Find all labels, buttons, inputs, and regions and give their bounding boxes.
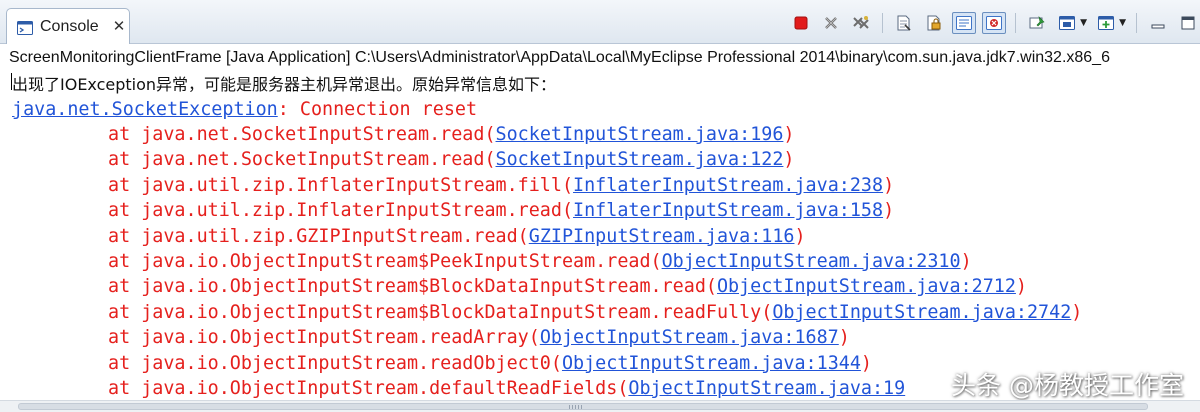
terminate-icon [794,16,808,30]
stack-frame-method: at java.io.ObjectInputStream.readArray( [108,327,540,349]
stack-frame-method: at java.io.ObjectInputStream$BlockDataIn… [108,276,717,298]
tab-console[interactable]: Console ✕ [6,8,130,44]
scrollbar-grip [569,405,583,409]
remove-all-terminated-button[interactable] [849,12,873,34]
scroll-lock-icon [927,15,941,31]
stack-frame-method: at java.util.zip.InflaterInputStream.fil… [108,174,574,196]
exception-class-link[interactable]: java.net.SocketException [12,99,278,120]
source-location-link[interactable]: InflaterInputStream.java:158 [573,200,883,221]
minimize-view-button[interactable] [1146,12,1170,34]
console-view-header: Console ✕ ▼ ▼ [0,0,1200,44]
toolbar-separator [1015,13,1017,33]
exception-line: java.net.SocketException: Connection res… [12,97,477,122]
source-location-link[interactable]: GZIPInputStream.java:116 [529,226,795,247]
stack-frame-method: at java.io.ObjectInputStream.defaultRead… [108,378,629,399]
remove-all-terminated-icon [853,16,869,29]
source-location-link[interactable]: InflaterInputStream.java:238 [573,175,883,196]
show-on-stderr-icon [986,16,1003,30]
stack-frame-line: at java.net.SocketInputStream.read(Socke… [108,122,794,147]
chevron-down-icon[interactable]: ▼ [1119,18,1126,28]
pin-console-icon [1029,16,1045,29]
stack-frame-close: ) [960,251,972,272]
process-description: ScreenMonitoringClientFrame [Java Applic… [9,49,1110,66]
minimize-icon [1151,24,1165,29]
stack-frame-close: ) [794,225,806,247]
toolbar-separator [882,13,884,33]
source-location-link[interactable]: ObjectInputStream.java:2712 [717,276,1016,297]
console-message-line: 出现了IOException异常，可能是服务器主机异常退出。原始异常信息如下： [12,75,557,94]
stack-frame-method: at java.net.SocketInputStream.read( [108,124,496,145]
stack-frame-close: ) [783,149,795,171]
pin-console-button[interactable] [1025,12,1049,34]
stack-frame-close: ) [883,174,895,196]
stack-frame-close: ) [1015,276,1027,298]
stack-frame-line: at java.io.ObjectInputStream$BlockDataIn… [108,300,1082,325]
stack-frame-close: ) [1071,301,1083,323]
source-location-link[interactable]: ObjectInputStream.java:2742 [772,302,1071,323]
stack-frame-line: at java.util.zip.InflaterInputStream.fil… [108,173,894,198]
close-icon[interactable]: ✕ [113,19,126,34]
stack-frame-line: at java.util.zip.InflaterInputStream.rea… [108,198,894,223]
show-on-stdout-button[interactable] [952,12,977,34]
display-selected-console-button[interactable] [1055,12,1079,34]
stack-frame-line: at java.io.ObjectInputStream$PeekInputSt… [108,249,972,274]
source-location-link[interactable]: ObjectInputStream.java:19 [628,378,905,399]
open-console-icon [1098,16,1115,30]
remove-launch-icon [825,17,838,29]
chevron-down-icon[interactable]: ▼ [1080,18,1087,28]
stack-frame-close: ) [783,124,795,145]
stack-frame-close: ) [860,352,872,374]
remove-launch-button[interactable] [819,12,843,34]
watermark: 头条 @杨教授工作室 [951,371,1184,400]
stack-frame-method: at java.io.ObjectInputStream.readObject0… [108,352,562,374]
tab-console-label: Console [40,17,99,35]
stack-frame-close: ) [838,327,850,349]
toolbar-separator [1136,13,1137,33]
show-on-stderr-button[interactable] [982,12,1007,34]
stack-frame-line: at java.util.zip.GZIPInputStream.read(GZ… [108,224,806,249]
exception-message: : Connection reset [277,99,478,120]
horizontal-scrollbar[interactable] [0,400,1200,412]
scrollbar-thumb[interactable] [18,403,1148,410]
stack-frame-line: at java.io.ObjectInputStream.readArray(O… [108,325,850,350]
show-on-stdout-icon [956,16,973,30]
console-icon [17,20,33,35]
stack-frame-method: at java.net.SocketInputStream.read( [108,149,496,171]
source-location-link[interactable]: ObjectInputStream.java:1344 [562,353,861,374]
stack-frame-method: at java.io.ObjectInputStream$BlockDataIn… [108,301,773,323]
stack-frame-method: at java.util.zip.InflaterInputStream.rea… [108,200,574,222]
stack-frame-line: at java.io.ObjectInputStream$BlockDataIn… [108,274,1027,299]
stack-frame-line: at java.io.ObjectInputStream.readObject0… [108,351,872,376]
maximize-view-button[interactable] [1176,12,1200,34]
open-console-button[interactable] [1094,12,1118,34]
console-toolbar: ▼ ▼ [786,10,1200,36]
display-selected-console-icon [1059,16,1076,30]
source-location-link[interactable]: SocketInputStream.java:122 [496,149,784,170]
stack-frame-line: at java.net.SocketInputStream.read(Socke… [108,147,794,172]
source-location-link[interactable]: ObjectInputStream.java:2310 [662,251,961,272]
stack-frame-method: at java.util.zip.GZIPInputStream.read( [108,225,529,247]
clear-console-button[interactable] [892,12,916,34]
terminate-button[interactable] [789,12,813,34]
stack-frame-line: at java.io.ObjectInputStream.defaultRead… [108,376,905,401]
stack-frame-close: ) [883,200,895,222]
scroll-lock-button[interactable] [922,12,946,34]
maximize-icon [1181,16,1195,30]
clear-console-icon [897,15,911,31]
stack-frame-method: at java.io.ObjectInputStream$PeekInputSt… [108,251,662,272]
source-location-link[interactable]: ObjectInputStream.java:1687 [540,327,839,348]
source-location-link[interactable]: SocketInputStream.java:196 [496,124,784,145]
